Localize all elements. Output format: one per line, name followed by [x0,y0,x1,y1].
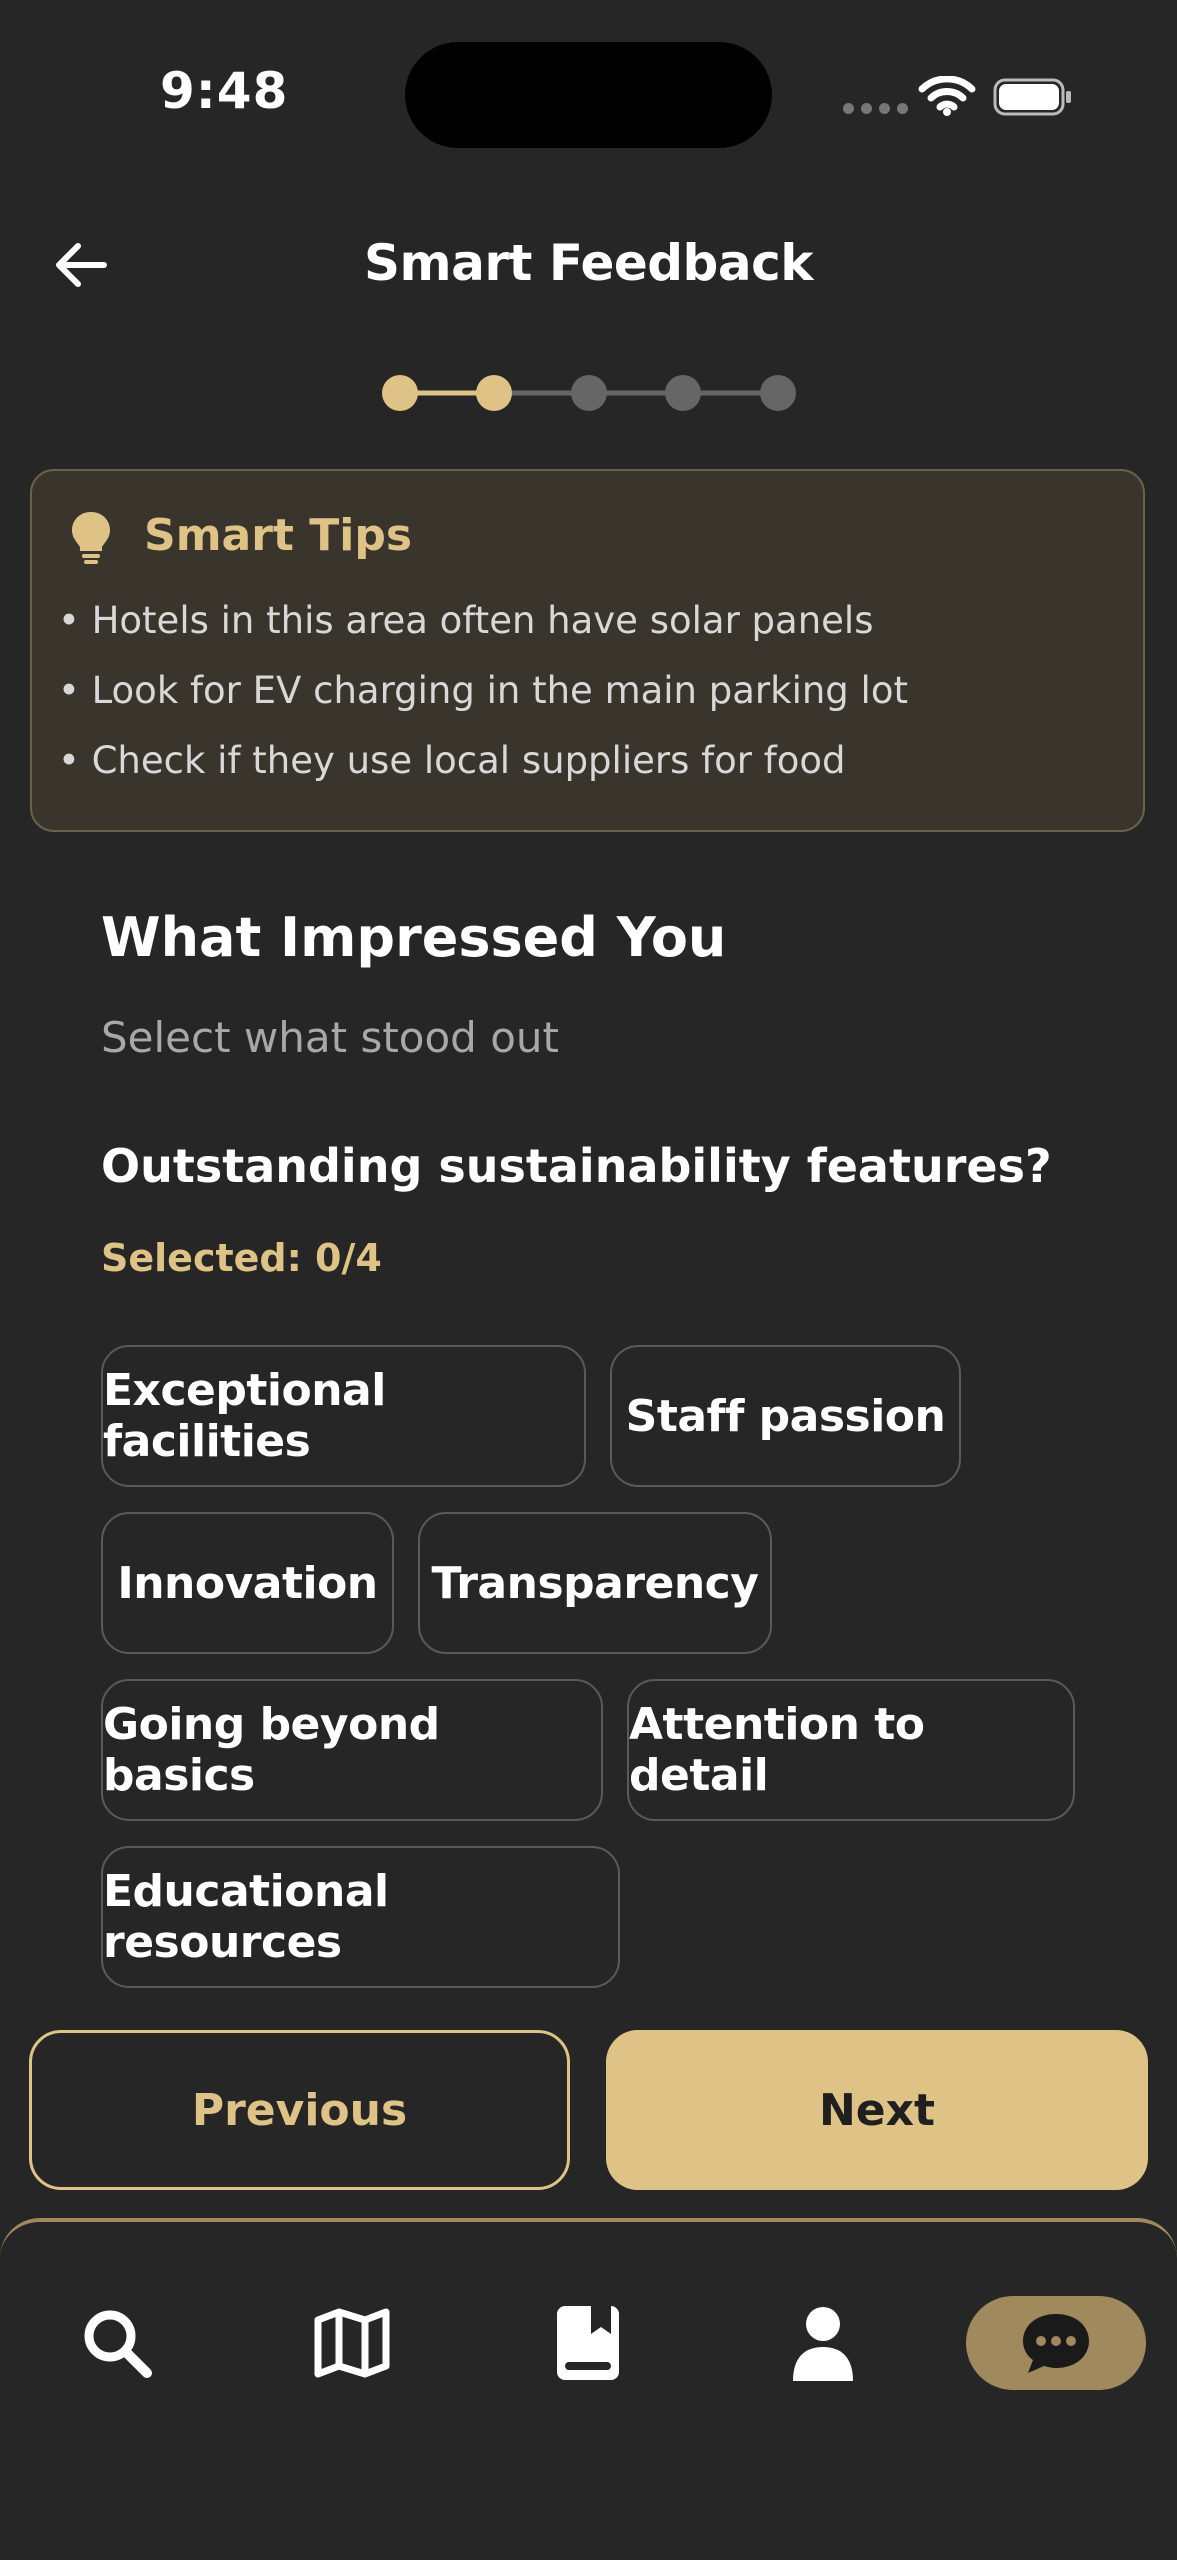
page-title: Smart Feedback [364,234,813,292]
progress-stepper [382,375,796,411]
section-heading: What Impressed You [101,906,727,969]
bookmark-book-icon [557,2306,619,2380]
tab-search[interactable] [27,2296,207,2390]
lightbulb-icon [72,512,110,564]
wifi-icon [918,76,976,116]
step-dot-4 [665,375,701,411]
tip-item: • Hotels in this area often have solar p… [58,599,874,642]
dynamic-island [405,42,772,148]
tips-title: Smart Tips [144,510,413,561]
cellular-signal-icon [843,103,908,114]
option-chip-attention-to-detail[interactable]: Attention to detail [627,1679,1075,1821]
option-chip-staff-passion[interactable]: Staff passion [610,1345,961,1487]
step-dot-2 [476,375,512,411]
next-button[interactable]: Next [606,2030,1148,2190]
previous-button[interactable]: Previous [29,2030,570,2190]
step-dot-3 [571,375,607,411]
status-time: 9:48 [160,62,289,120]
section-subheading: Select what stood out [101,1013,559,1062]
tip-item: • Look for EV charging in the main parki… [58,669,908,712]
search-icon [84,2310,152,2378]
tab-bookings[interactable] [498,2296,678,2390]
option-chip-innovation[interactable]: Innovation [101,1512,394,1654]
option-chip-transparency[interactable]: Transparency [418,1512,772,1654]
tip-item: • Check if they use local suppliers for … [58,739,846,782]
step-dot-5 [760,375,796,411]
option-chip-going-beyond-basics[interactable]: Going beyond basics [101,1679,603,1821]
step-dot-1 [382,375,418,411]
option-chip-exceptional-facilities[interactable]: Exceptional facilities [101,1345,586,1487]
tab-map[interactable] [262,2296,442,2390]
map-icon [314,2308,390,2378]
battery-icon [993,78,1071,116]
option-chip-educational-resources[interactable]: Educational resources [101,1846,620,1988]
question-text: Outstanding sustainability features? [101,1139,1052,1193]
profile-icon [793,2307,853,2381]
chat-icon [1023,2314,1089,2373]
tab-profile[interactable] [733,2296,913,2390]
selected-count: Selected: 0/4 [101,1236,382,1280]
tab-chat[interactable] [966,2296,1146,2390]
